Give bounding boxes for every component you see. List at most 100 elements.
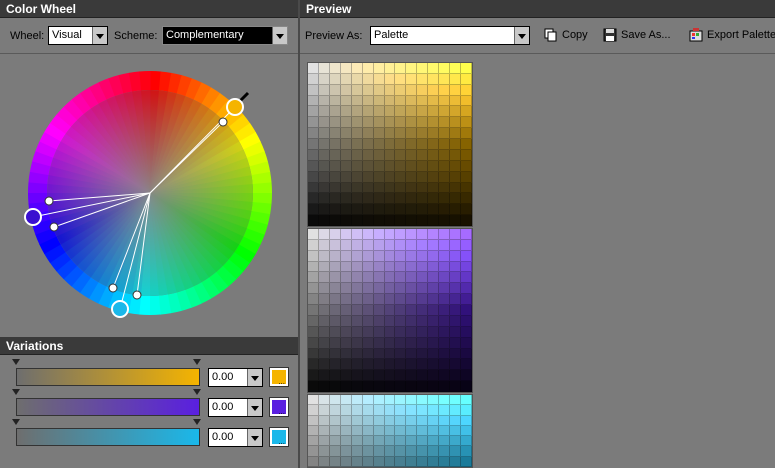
palette-swatch[interactable] bbox=[395, 425, 407, 437]
palette-swatch[interactable] bbox=[461, 415, 472, 426]
palette-swatch[interactable] bbox=[384, 84, 396, 96]
palette-swatch[interactable] bbox=[417, 305, 429, 316]
palette-swatch[interactable] bbox=[362, 294, 374, 306]
palette-swatch[interactable] bbox=[329, 73, 341, 85]
palette-swatch[interactable] bbox=[428, 456, 440, 467]
palette-swatch[interactable] bbox=[340, 239, 352, 251]
palette-swatch[interactable] bbox=[351, 294, 363, 306]
palette-swatch[interactable] bbox=[417, 272, 429, 284]
palette-swatch[interactable] bbox=[439, 359, 451, 371]
palette-swatch[interactable] bbox=[362, 193, 374, 205]
palette-swatch[interactable] bbox=[362, 239, 374, 251]
palette-swatch[interactable] bbox=[373, 73, 385, 85]
palette-swatch[interactable] bbox=[351, 117, 363, 129]
variation-left-marker[interactable] bbox=[12, 419, 20, 425]
palette-swatch[interactable] bbox=[384, 381, 396, 392]
palette-swatch[interactable] bbox=[308, 239, 319, 251]
palette-swatch[interactable] bbox=[428, 294, 440, 306]
palette-swatch[interactable] bbox=[417, 370, 429, 382]
palette-swatch[interactable] bbox=[373, 446, 385, 457]
palette-swatch[interactable] bbox=[329, 370, 341, 382]
palette-swatch[interactable] bbox=[340, 128, 352, 140]
palette-swatch[interactable] bbox=[439, 106, 451, 118]
palette-swatch[interactable] bbox=[417, 337, 429, 349]
palette-swatch[interactable] bbox=[461, 305, 472, 316]
palette-swatch[interactable] bbox=[351, 63, 363, 74]
palette-swatch[interactable] bbox=[439, 261, 451, 273]
palette-swatch[interactable] bbox=[384, 370, 396, 382]
palette-swatch[interactable] bbox=[340, 182, 352, 194]
palette-swatch[interactable] bbox=[395, 84, 407, 96]
palette-swatch[interactable] bbox=[428, 326, 440, 338]
palette-swatch[interactable] bbox=[395, 326, 407, 338]
palette-swatch[interactable] bbox=[362, 326, 374, 338]
palette-swatch[interactable] bbox=[439, 415, 451, 426]
palette-swatch[interactable] bbox=[450, 95, 462, 107]
palette-swatch[interactable] bbox=[439, 160, 451, 172]
palette-swatch[interactable] bbox=[406, 415, 418, 426]
palette-swatch[interactable] bbox=[450, 149, 462, 161]
palette-swatch[interactable] bbox=[351, 193, 363, 205]
palette-swatch[interactable] bbox=[384, 204, 396, 216]
palette-swatch[interactable] bbox=[406, 215, 418, 226]
palette-swatch[interactable] bbox=[406, 229, 418, 240]
palette-swatch[interactable] bbox=[318, 204, 330, 216]
palette-swatch[interactable] bbox=[351, 106, 363, 118]
palette-swatch[interactable] bbox=[308, 160, 319, 172]
palette-swatch[interactable] bbox=[439, 250, 451, 262]
palette-swatch[interactable] bbox=[439, 73, 451, 85]
palette-swatch[interactable] bbox=[439, 182, 451, 194]
palette-swatch[interactable] bbox=[439, 139, 451, 150]
orange-primary-handle[interactable] bbox=[226, 98, 244, 116]
palette-swatch[interactable] bbox=[417, 149, 429, 161]
palette-swatch[interactable] bbox=[373, 250, 385, 262]
palette-swatch[interactable] bbox=[340, 405, 352, 416]
palette-swatch[interactable] bbox=[384, 171, 396, 183]
palette-swatch[interactable] bbox=[406, 149, 418, 161]
palette-swatch[interactable] bbox=[351, 405, 363, 416]
palette-swatch[interactable] bbox=[308, 381, 319, 392]
palette-swatch[interactable] bbox=[362, 283, 374, 295]
palette-swatch[interactable] bbox=[362, 370, 374, 382]
palette-swatch[interactable] bbox=[439, 204, 451, 216]
palette-swatch[interactable] bbox=[340, 149, 352, 161]
palette-swatch[interactable] bbox=[308, 348, 319, 360]
palette-swatch[interactable] bbox=[329, 149, 341, 161]
palette-swatch[interactable] bbox=[308, 117, 319, 129]
palette-swatch[interactable] bbox=[362, 395, 374, 406]
palette-swatch[interactable] bbox=[395, 182, 407, 194]
palette-swatch[interactable] bbox=[373, 272, 385, 284]
palette-swatch[interactable] bbox=[318, 171, 330, 183]
palette-swatch[interactable] bbox=[439, 283, 451, 295]
palette-swatch[interactable] bbox=[461, 215, 472, 226]
palette-swatch[interactable] bbox=[329, 315, 341, 327]
palette-swatch[interactable] bbox=[417, 446, 429, 457]
palette-swatch[interactable] bbox=[308, 84, 319, 96]
palette-swatch[interactable] bbox=[450, 128, 462, 140]
palette-swatch[interactable] bbox=[461, 348, 472, 360]
preview-as-select[interactable]: Palette bbox=[370, 26, 530, 45]
palette-swatch[interactable] bbox=[428, 415, 440, 426]
palette-swatch[interactable] bbox=[384, 425, 396, 437]
palette-swatch[interactable] bbox=[450, 204, 462, 216]
palette-swatch[interactable] bbox=[373, 160, 385, 172]
palette-swatch[interactable] bbox=[384, 415, 396, 426]
palette-swatch[interactable] bbox=[395, 215, 407, 226]
palette-swatch[interactable] bbox=[450, 305, 462, 316]
palette-swatch[interactable] bbox=[362, 250, 374, 262]
palette-swatch[interactable] bbox=[318, 283, 330, 295]
palette-swatch[interactable] bbox=[417, 456, 429, 467]
palette-swatch[interactable] bbox=[384, 139, 396, 150]
palette-swatch[interactable] bbox=[329, 326, 341, 338]
palette-swatch[interactable] bbox=[428, 348, 440, 360]
palette-swatch[interactable] bbox=[329, 348, 341, 360]
palette-swatch[interactable] bbox=[395, 63, 407, 74]
palette-swatch[interactable] bbox=[406, 117, 418, 129]
palette-swatch[interactable] bbox=[308, 359, 319, 371]
palette-swatch[interactable] bbox=[373, 84, 385, 96]
palette-swatch[interactable] bbox=[329, 405, 341, 416]
palette-swatch[interactable] bbox=[395, 149, 407, 161]
palette-swatch[interactable] bbox=[428, 425, 440, 437]
palette-swatch[interactable] bbox=[450, 63, 462, 74]
palette-swatch[interactable] bbox=[351, 171, 363, 183]
